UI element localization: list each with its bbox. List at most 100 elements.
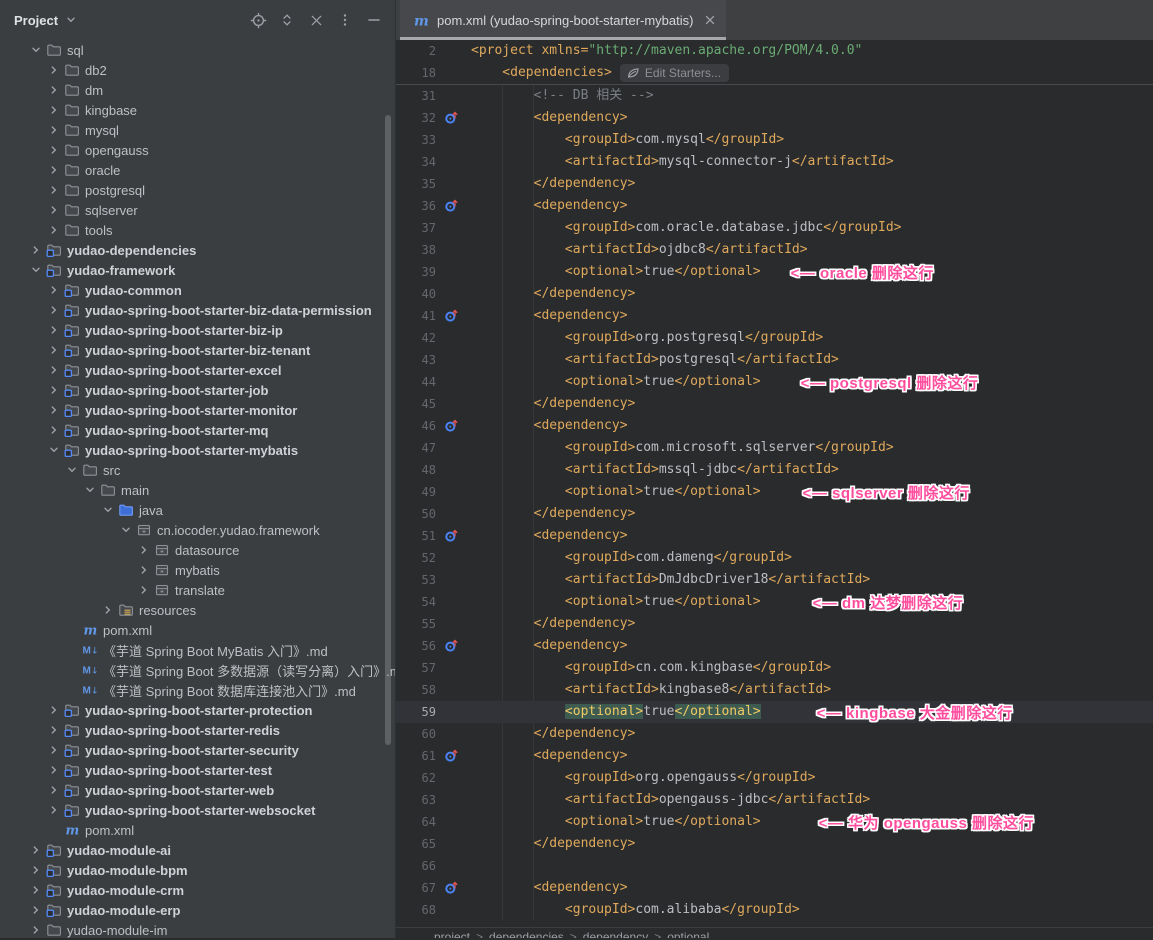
tree-item-yudao-spring-boot-starter-monitor[interactable]: yudao-spring-boot-starter-monitor [0,400,395,420]
chevron-right-icon[interactable] [46,422,62,438]
tree-item-cn-iocoder-yudao-framework[interactable]: cn.iocoder.yudao.framework [0,520,395,540]
tree-item-mybatis[interactable]: mybatis [0,560,395,580]
chevron-down-icon[interactable] [63,12,79,28]
hide-icon[interactable] [365,11,383,29]
tree-item-yudao-module-erp[interactable]: yudao-module-erp [0,900,395,920]
tree-item--spring-boot-mybatis-md[interactable]: M↓《芋道 Spring Boot MyBatis 入门》.md [0,640,395,660]
code-line-44[interactable]: 44 <optional>true</optional><— postgresq… [396,371,1153,393]
chevron-right-icon[interactable] [28,882,44,898]
chevron-right-icon[interactable] [136,542,152,558]
tree-item-db2[interactable]: db2 [0,60,395,80]
code-line-42[interactable]: 42 <groupId>org.postgresql</groupId> [396,327,1153,349]
chevron-down-icon[interactable] [46,442,62,458]
chevron-right-icon[interactable] [28,922,44,938]
code-line-43[interactable]: 43 <artifactId>postgresql</artifactId> [396,349,1153,371]
maven-update-gutter-icon[interactable] [436,528,466,544]
expand-all-icon[interactable] [278,11,296,29]
code-line-56[interactable]: 56 <dependency> [396,635,1153,657]
tree-item-opengauss[interactable]: opengauss [0,140,395,160]
collapse-all-icon[interactable] [307,11,325,29]
breadcrumb-item-optional[interactable]: optional [667,930,709,938]
code-line-65[interactable]: 65 </dependency> [396,833,1153,855]
code-line-34[interactable]: 34 <artifactId>mysql-connector-j</artifa… [396,151,1153,173]
chevron-right-icon[interactable] [46,742,62,758]
chevron-right-icon[interactable] [46,102,62,118]
code-line-18[interactable]: 18 <dependencies>Edit Starters... [396,62,1153,84]
tree-item-yudao-spring-boot-starter-protection[interactable]: yudao-spring-boot-starter-protection [0,700,395,720]
code-line-40[interactable]: 40 </dependency> [396,283,1153,305]
tree-item-main[interactable]: main [0,480,395,500]
tree-item-translate[interactable]: translate [0,580,395,600]
tree-item-yudao-spring-boot-starter-excel[interactable]: yudao-spring-boot-starter-excel [0,360,395,380]
maven-update-gutter-icon[interactable] [436,748,466,764]
tree-item-pom-xml[interactable]: mpom.xml [0,620,395,640]
code-line-35[interactable]: 35 </dependency> [396,173,1153,195]
tree-item-kingbase[interactable]: kingbase [0,100,395,120]
code-line-55[interactable]: 55 </dependency> [396,613,1153,635]
tree-item-oracle[interactable]: oracle [0,160,395,180]
tree-item-yudao-framework[interactable]: yudao-framework [0,260,395,280]
chevron-right-icon[interactable] [46,62,62,78]
code-line-45[interactable]: 45 </dependency> [396,393,1153,415]
chevron-right-icon[interactable] [46,182,62,198]
tree-item-yudao-dependencies[interactable]: yudao-dependencies [0,240,395,260]
chevron-right-icon[interactable] [46,162,62,178]
tree-item-yudao-module-im[interactable]: yudao-module-im [0,920,395,940]
code-line-53[interactable]: 53 <artifactId>DmJdbcDriver18</artifactI… [396,569,1153,591]
maven-update-gutter-icon[interactable] [436,638,466,654]
chevron-right-icon[interactable] [28,902,44,918]
tree-item-yudao-spring-boot-starter-redis[interactable]: yudao-spring-boot-starter-redis [0,720,395,740]
chevron-right-icon[interactable] [46,782,62,798]
chevron-right-icon[interactable] [46,402,62,418]
tree-item-java[interactable]: java [0,500,395,520]
chevron-right-icon[interactable] [28,842,44,858]
maven-update-gutter-icon[interactable] [436,880,466,896]
chevron-right-icon[interactable] [46,282,62,298]
chevron-right-icon[interactable] [46,722,62,738]
code-line-33[interactable]: 33 <groupId>com.mysql</groupId> [396,129,1153,151]
edit-starters-inlay[interactable]: Edit Starters... [620,64,729,82]
maven-update-gutter-icon[interactable] [436,110,466,126]
chevron-down-icon[interactable] [28,262,44,278]
breadcrumb-item-project[interactable]: project [434,930,470,938]
chevron-right-icon[interactable] [46,382,62,398]
breadcrumb-item-dependency[interactable]: dependency [583,930,648,938]
tree-item-resources[interactable]: resources [0,600,395,620]
tree-item-yudao-spring-boot-starter-biz-data-permission[interactable]: yudao-spring-boot-starter-biz-data-permi… [0,300,395,320]
code-line-36[interactable]: 36 <dependency> [396,195,1153,217]
tree-item-sqlserver[interactable]: sqlserver [0,200,395,220]
close-tab-icon[interactable] [704,14,716,26]
tree-item-yudao-module-ai[interactable]: yudao-module-ai [0,840,395,860]
chevron-right-icon[interactable] [46,222,62,238]
code-line-31[interactable]: 31 <!-- DB 相关 --> [396,85,1153,107]
code-line-67[interactable]: 67 <dependency> [396,877,1153,899]
code-line-63[interactable]: 63 <artifactId>opengauss-jdbc</artifactI… [396,789,1153,811]
tree-item-yudao-spring-boot-starter-security[interactable]: yudao-spring-boot-starter-security [0,740,395,760]
chevron-right-icon[interactable] [46,322,62,338]
tree-item-tools[interactable]: tools [0,220,395,240]
code-line-54[interactable]: 54 <optional>true</optional><— dm 达梦删除这行 [396,591,1153,613]
tree-item-yudao-spring-boot-starter-web[interactable]: yudao-spring-boot-starter-web [0,780,395,800]
tree-item-yudao-module-crm[interactable]: yudao-module-crm [0,880,395,900]
chevron-right-icon[interactable] [46,122,62,138]
tree-item-mysql[interactable]: mysql [0,120,395,140]
maven-update-gutter-icon[interactable] [436,308,466,324]
locate-icon[interactable] [249,11,267,29]
tree-item--spring-boot-md[interactable]: M↓《芋道 Spring Boot 数据库连接池入门》.md [0,680,395,700]
code-line-39[interactable]: 39 <optional>true</optional><— oracle 删除… [396,261,1153,283]
maven-update-gutter-icon[interactable] [436,418,466,434]
chevron-down-icon[interactable] [118,522,134,538]
tree-item-dm[interactable]: dm [0,80,395,100]
tree-item-datasource[interactable]: datasource [0,540,395,560]
chevron-right-icon[interactable] [46,142,62,158]
chevron-right-icon[interactable] [28,242,44,258]
tree-item-sql[interactable]: sql [0,40,395,60]
code-line-62[interactable]: 62 <groupId>org.opengauss</groupId> [396,767,1153,789]
tree-item--spring-boot-md[interactable]: M↓《芋道 Spring Boot 多数据源（读写分离）入门》.md [0,660,395,680]
chevron-right-icon[interactable] [46,802,62,818]
code-line-52[interactable]: 52 <groupId>com.dameng</groupId> [396,547,1153,569]
tree-item-yudao-module-bpm[interactable]: yudao-module-bpm [0,860,395,880]
code-line-58[interactable]: 58 <artifactId>kingbase8</artifactId> [396,679,1153,701]
chevron-right-icon[interactable] [46,302,62,318]
chevron-down-icon[interactable] [28,42,44,58]
